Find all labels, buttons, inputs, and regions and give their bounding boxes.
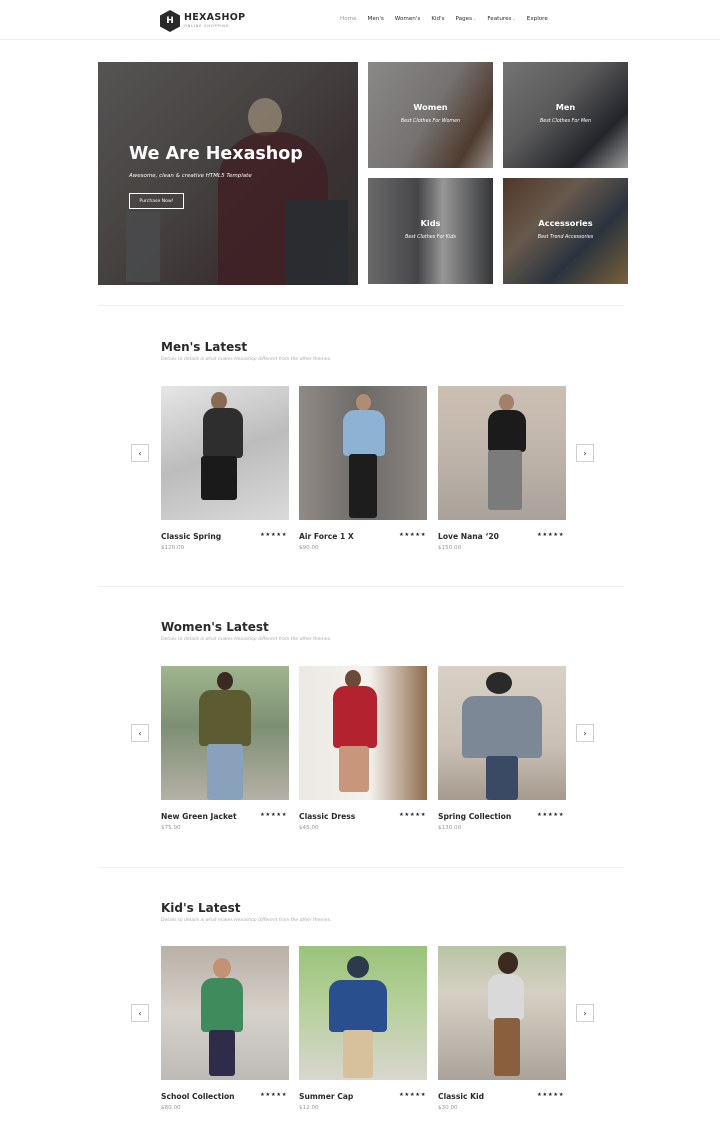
section-divider	[98, 867, 624, 868]
product-price: $12.00	[299, 1105, 319, 1111]
logo[interactable]: H HEXASHOP ONLINE SHOPPING	[160, 10, 245, 32]
category-overlay	[368, 178, 493, 284]
section-divider	[98, 586, 624, 587]
section-title: Men's Latest	[161, 340, 248, 354]
section-subtitle: Details to details is what makes Hexasho…	[161, 918, 332, 923]
category-overlay	[503, 62, 628, 168]
product-name[interactable]: New Green Jacket	[161, 812, 237, 821]
product-price: $150.00	[438, 545, 462, 551]
category-subtitle: Best Clothes For Men	[540, 119, 591, 124]
chevron-down-icon: ⌄	[512, 16, 516, 21]
category-subtitle: Best Clothes For Kids	[405, 235, 456, 240]
nav-pages-item[interactable]: Pages⌄	[456, 16, 477, 22]
star-icon: ★★★★★	[399, 1092, 427, 1098]
brand-name: HEXASHOP	[184, 12, 246, 24]
product-image[interactable]	[438, 666, 566, 800]
category-women[interactable]: Women Best Clothes For Women	[368, 62, 493, 168]
brand-tagline: ONLINE SHOPPING	[184, 23, 230, 28]
main-nav: Home Men's Women's Kid's Pages⌄ Features…	[340, 16, 548, 22]
nav-womens[interactable]: Women's	[395, 16, 421, 22]
category-overlay	[368, 62, 493, 168]
product-image[interactable]	[299, 666, 427, 800]
star-icon: ★★★★★	[260, 532, 288, 538]
product-price: $90.00	[299, 545, 319, 551]
star-icon: ★★★★★	[537, 1092, 565, 1098]
nav-features: Features	[487, 16, 512, 22]
product-price: $75.00	[161, 825, 181, 831]
category-title: Men	[555, 102, 576, 112]
purchase-now-button[interactable]: Purchase Now!	[129, 193, 184, 209]
category-overlay	[503, 178, 628, 284]
product-name[interactable]: Classic Dress	[299, 812, 355, 821]
product-image[interactable]	[161, 386, 289, 520]
category-title: Women	[413, 102, 448, 112]
product-name[interactable]: Air Force 1 X	[299, 532, 354, 541]
product-name[interactable]: School Collection	[161, 1092, 235, 1101]
product-price: $120.00	[161, 545, 185, 551]
nav-features-item[interactable]: Features⌄	[487, 16, 515, 22]
product-image[interactable]	[299, 946, 427, 1080]
product-price: $80.00	[161, 1105, 181, 1111]
nav-pages: Pages	[455, 16, 473, 22]
product-name[interactable]: Summer Cap	[299, 1092, 353, 1101]
section-subtitle: Details to details is what makes Hexasho…	[161, 357, 332, 362]
hero-title: We Are Hexashop	[129, 144, 303, 164]
star-icon: ★★★★★	[260, 812, 288, 818]
product-name[interactable]: Classic Kid	[438, 1092, 484, 1101]
product-price: $45.00	[299, 825, 319, 831]
hero-subtitle: Awesome, clean & creative HTML5 Template	[129, 173, 252, 179]
chevron-left-icon[interactable]: ‹	[131, 444, 149, 462]
category-kids[interactable]: Kids Best Clothes For Kids	[368, 178, 493, 284]
chevron-right-icon[interactable]: ›	[576, 724, 594, 742]
site-header: H HEXASHOP ONLINE SHOPPING Home Men's Wo…	[0, 0, 720, 40]
category-title: Accessories	[538, 218, 593, 228]
section-divider	[98, 305, 624, 306]
category-subtitle: Best Trend Accessories	[537, 235, 594, 240]
product-price: $130.00	[438, 825, 462, 831]
product-image[interactable]	[438, 386, 566, 520]
star-icon: ★★★★★	[537, 812, 565, 818]
nav-home[interactable]: Home	[340, 16, 357, 22]
product-image[interactable]	[438, 946, 566, 1080]
chevron-left-icon[interactable]: ‹	[131, 1004, 149, 1022]
chevron-right-icon[interactable]: ›	[576, 444, 594, 462]
product-image[interactable]	[161, 946, 289, 1080]
chevron-down-icon: ⌄	[473, 16, 477, 21]
product-image[interactable]	[299, 386, 427, 520]
product-name[interactable]: Spring Collection	[438, 812, 511, 821]
product-price: $30.00	[438, 1105, 458, 1111]
product-name[interactable]: Love Nana ‘20	[438, 532, 499, 541]
star-icon: ★★★★★	[399, 812, 427, 818]
category-subtitle: Best Clothes For Women	[400, 119, 461, 124]
category-accessories[interactable]: Accessories Best Trend Accessories	[503, 178, 628, 284]
product-name[interactable]: Classic Spring	[161, 532, 221, 541]
product-image[interactable]	[161, 666, 289, 800]
category-men[interactable]: Men Best Clothes For Men	[503, 62, 628, 168]
section-title: Kid's Latest	[161, 901, 241, 915]
category-title: Kids	[420, 218, 441, 228]
section-title: Women's Latest	[161, 620, 269, 634]
hexagon-logo-icon: H	[160, 10, 180, 32]
nav-mens[interactable]: Men's	[368, 16, 384, 22]
nav-kids[interactable]: Kid's	[431, 16, 444, 22]
section-subtitle: Details to details is what makes Hexasho…	[161, 637, 332, 642]
star-icon: ★★★★★	[399, 532, 427, 538]
chevron-left-icon[interactable]: ‹	[131, 724, 149, 742]
nav-explore[interactable]: Explore	[527, 16, 548, 22]
hero-banner: We Are Hexashop Awesome, clean & creativ…	[98, 62, 358, 285]
star-icon: ★★★★★	[260, 1092, 288, 1098]
chevron-right-icon[interactable]: ›	[576, 1004, 594, 1022]
star-icon: ★★★★★	[537, 532, 565, 538]
